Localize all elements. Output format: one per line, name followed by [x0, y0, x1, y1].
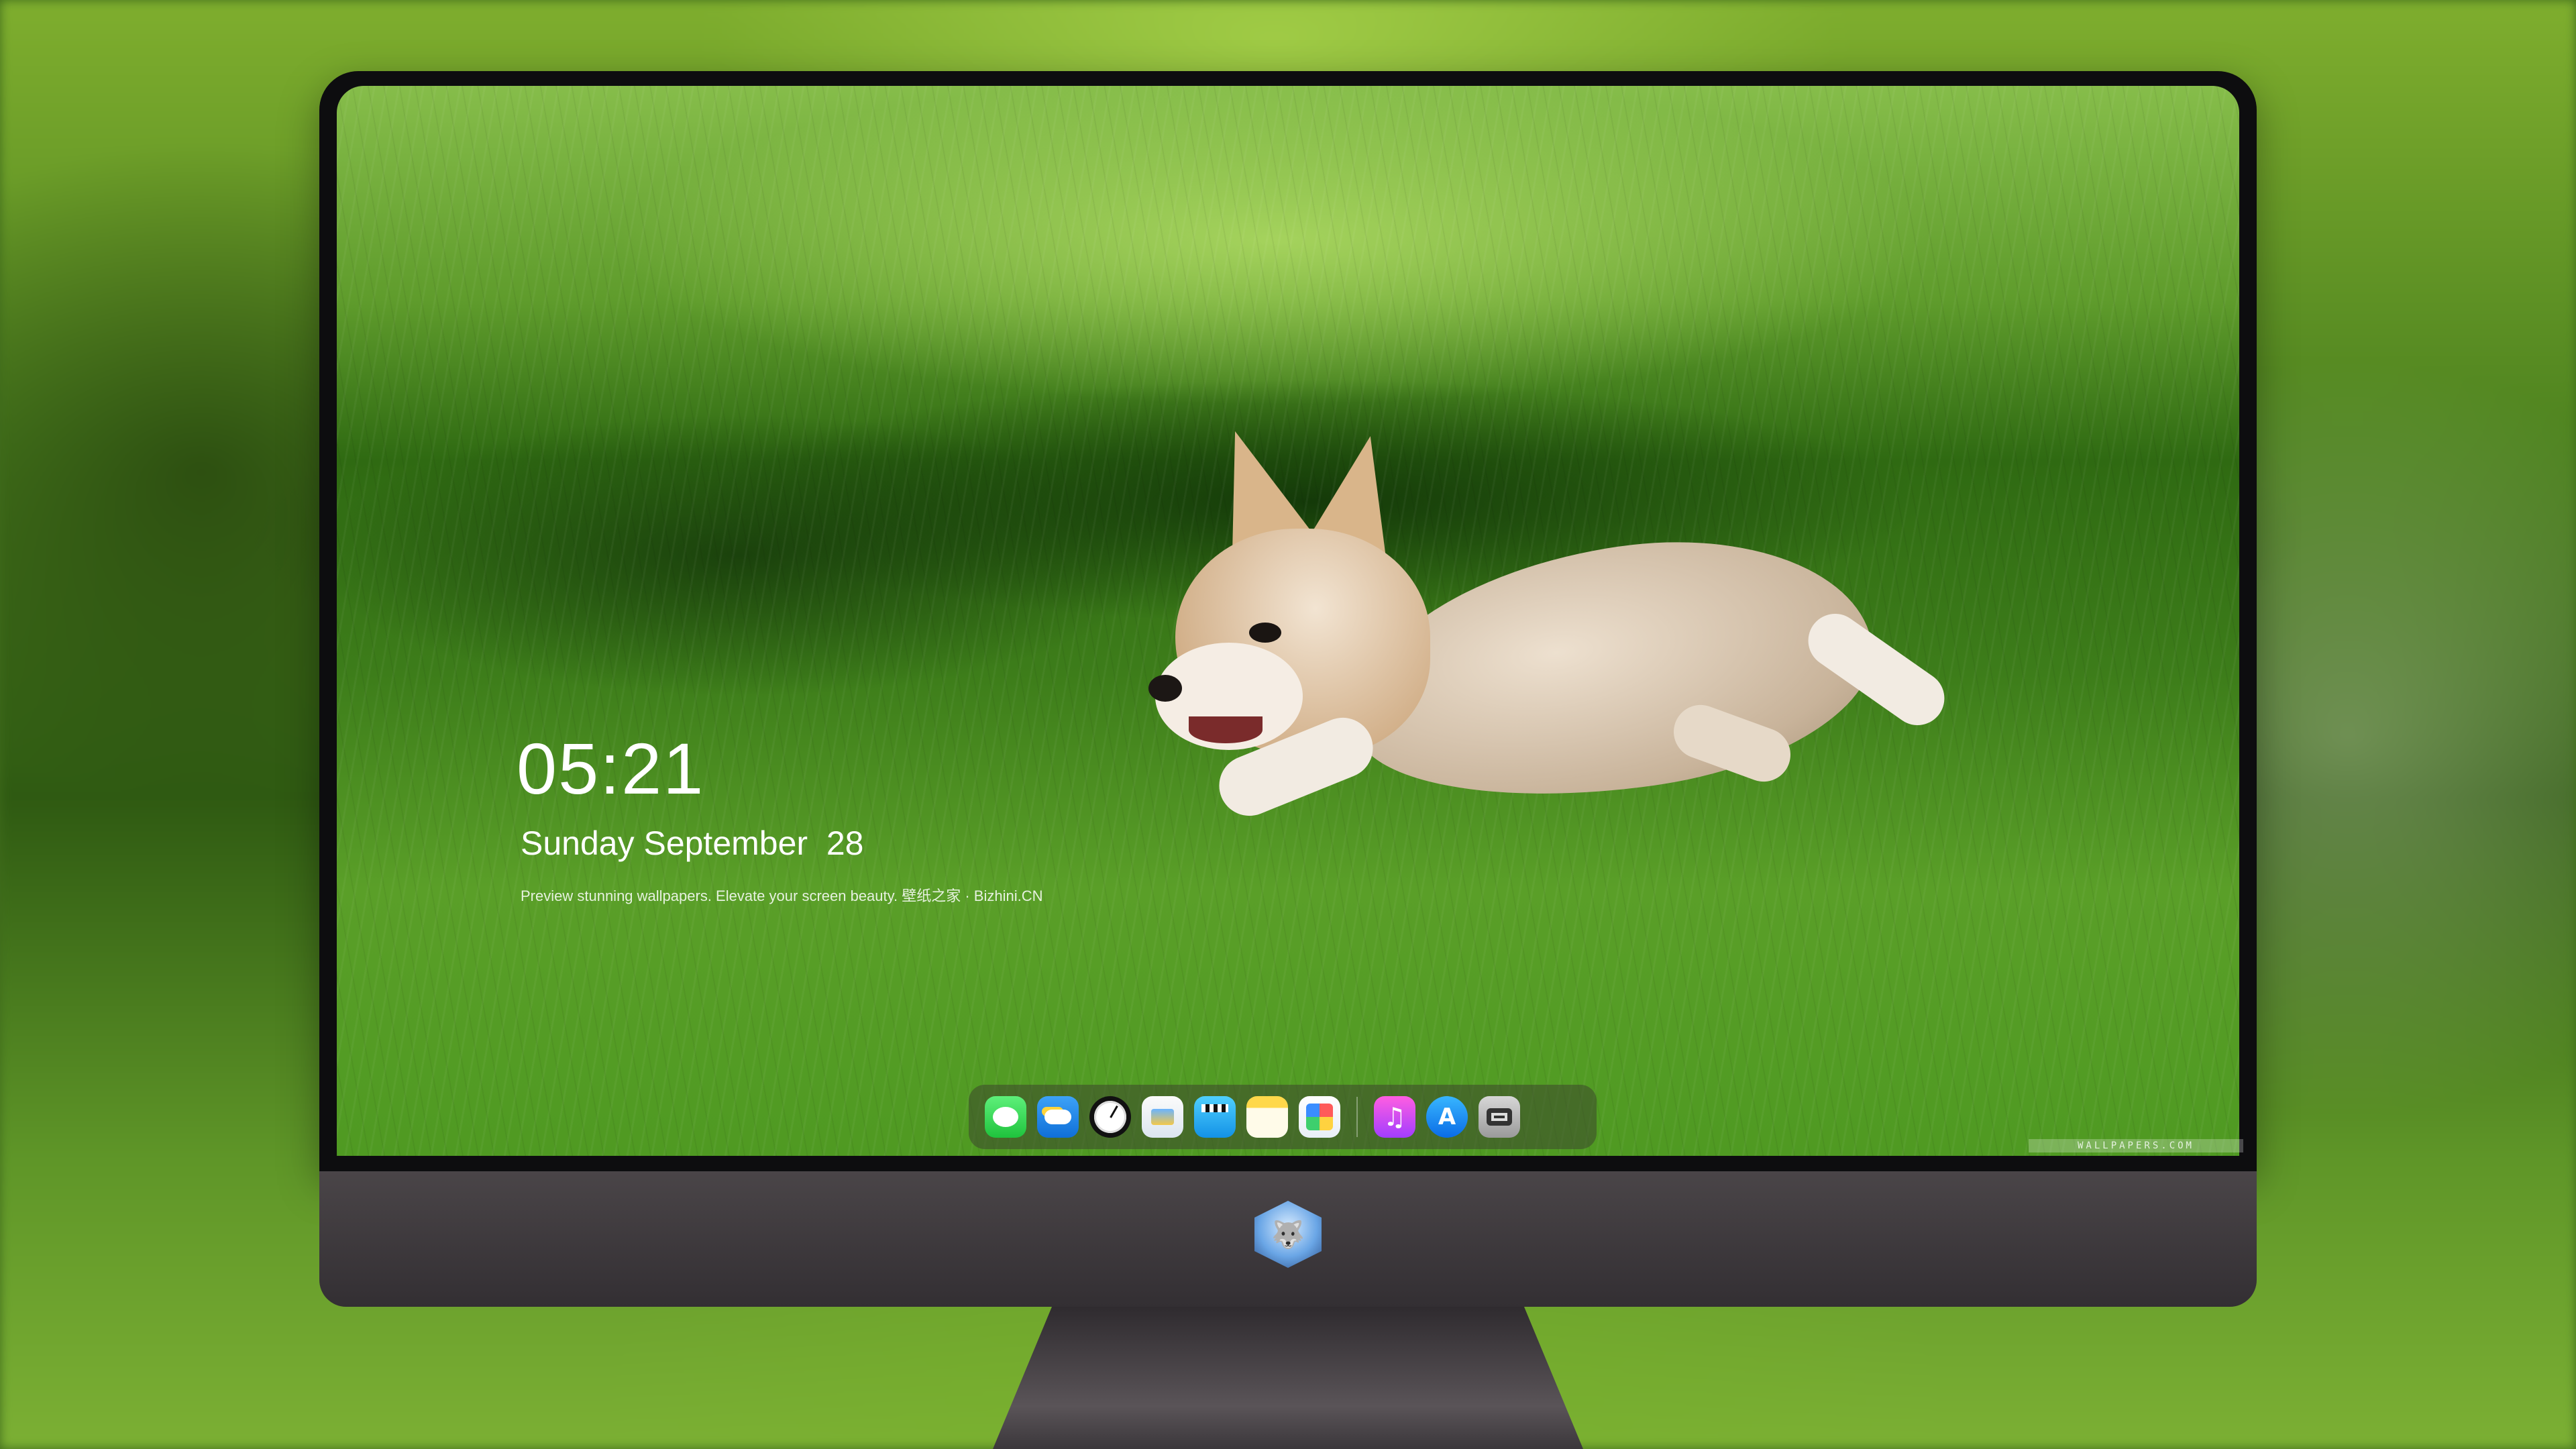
music-icon[interactable]: ♫ — [1374, 1096, 1415, 1138]
clips-icon[interactable] — [1194, 1096, 1236, 1138]
photos-icon[interactable] — [1299, 1096, 1340, 1138]
clock-icon[interactable] — [1089, 1096, 1131, 1138]
preview-icon[interactable] — [1142, 1096, 1183, 1138]
lock-clock: 05:21 — [517, 728, 705, 809]
app-store-icon[interactable]: A — [1426, 1096, 1468, 1138]
camera-icon[interactable] — [1479, 1096, 1520, 1138]
wallpaper-tagline: Preview stunning wallpapers. Elevate you… — [521, 888, 1043, 904]
dock: ♫ A — [969, 1085, 1597, 1149]
lock-date: Sunday September 28 — [521, 824, 864, 862]
wallpaper-puppy — [1088, 417, 2027, 931]
desktop-screen — [337, 86, 2239, 1156]
notes-icon[interactable] — [1246, 1096, 1288, 1138]
wallpaper-watermark: WALLPAPERS.COM — [2029, 1139, 2243, 1152]
weather-icon[interactable] — [1037, 1096, 1079, 1138]
dock-separator — [1356, 1097, 1358, 1137]
monitor-stand — [993, 1307, 1583, 1449]
messages-icon[interactable] — [985, 1096, 1026, 1138]
